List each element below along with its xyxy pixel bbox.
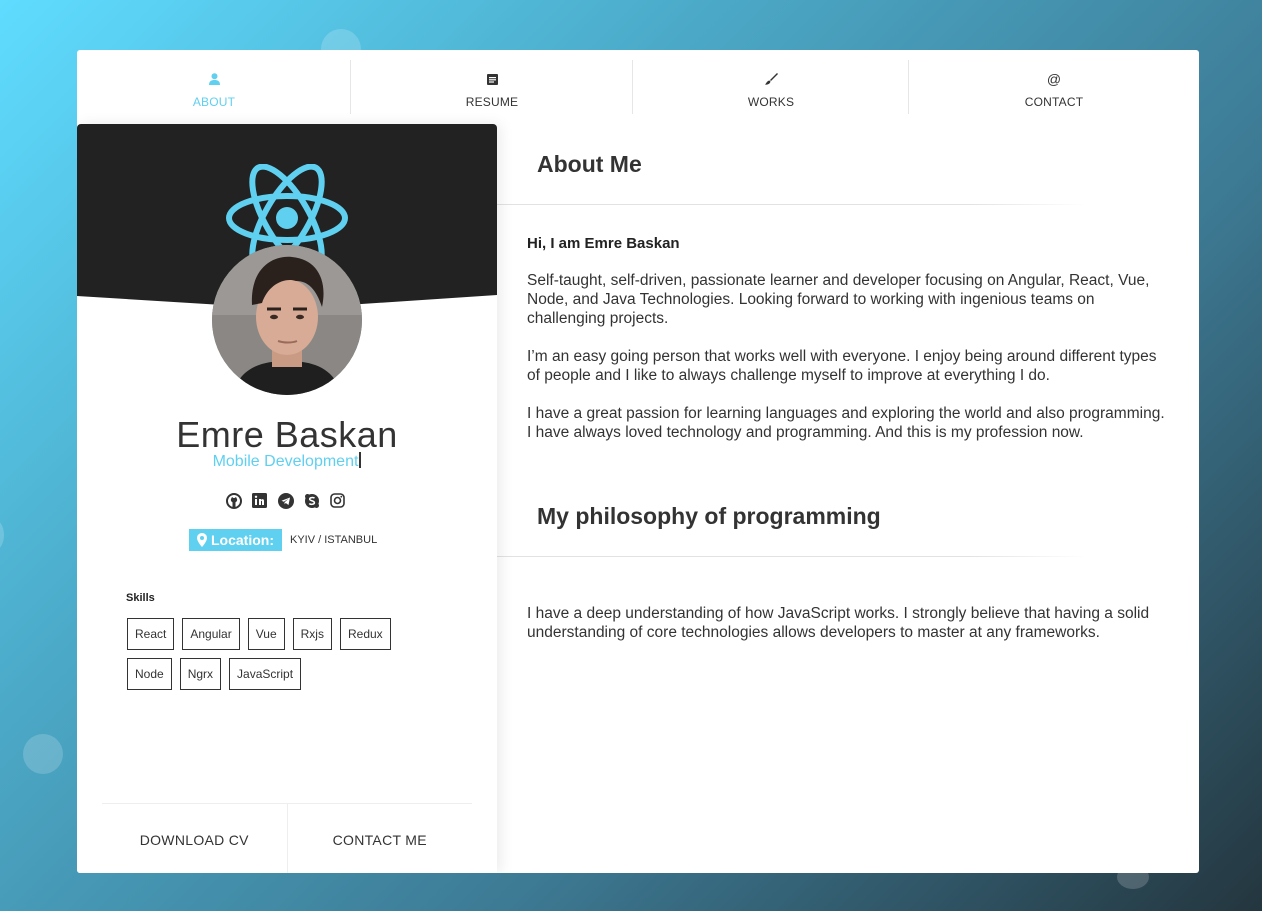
tab-about[interactable]: ABOUT	[77, 50, 351, 124]
tab-works[interactable]: WORKS	[633, 50, 909, 124]
section-divider	[497, 556, 1087, 557]
tab-works-label: WORKS	[747, 95, 795, 109]
telegram-icon[interactable]	[277, 492, 294, 509]
skill-tag: Angular	[182, 618, 240, 650]
section-title-about: About Me	[537, 151, 642, 177]
skype-icon[interactable]	[303, 492, 320, 509]
github-icon[interactable]	[225, 492, 242, 509]
card-actions: DOWNLOAD CV CONTACT ME	[102, 803, 472, 873]
skills-title: Skills	[126, 592, 155, 604]
skill-tag: Ngrx	[179, 658, 222, 690]
download-cv-button[interactable]: DOWNLOAD CV	[102, 804, 287, 873]
about-section: About Me Hi, I am Emre Baskan Self-taugh…	[497, 124, 1199, 873]
about-paragraph: Self-taught, self-driven, passionate lea…	[527, 272, 1150, 327]
location: Location: KYIV / ISTANBUL	[189, 529, 377, 551]
avatar	[212, 245, 362, 395]
tab-resume-label: RESUME	[465, 95, 519, 109]
map-pin-icon	[197, 533, 207, 547]
location-value: KYIV / ISTANBUL	[290, 534, 378, 546]
skill-tag: Rxjs	[292, 618, 332, 650]
top-nav: ABOUT RESUME WORKS @ CONTACT	[77, 50, 1199, 124]
brush-icon	[764, 72, 778, 86]
skill-tag: Vue	[247, 618, 285, 650]
skills-list: React Angular Vue Rxjs Redux Node Ngrx J…	[127, 618, 417, 690]
contact-me-button[interactable]: CONTACT ME	[288, 804, 473, 873]
profile-subtitle: Mobile Development	[77, 452, 497, 471]
tab-about-label: ABOUT	[192, 95, 236, 109]
location-badge: Location:	[189, 529, 282, 551]
at-icon: @	[1046, 71, 1062, 87]
location-label: Location:	[211, 532, 274, 548]
background-bubble	[0, 520, 4, 550]
social-links	[225, 492, 346, 509]
user-icon	[208, 72, 220, 86]
profile-name: Emre Baskan	[176, 414, 398, 455]
tab-contact-label: CONTACT	[1024, 95, 1084, 109]
document-icon	[486, 72, 498, 86]
tab-resume[interactable]: RESUME	[351, 50, 633, 124]
about-paragraph: I’m an easy going person that works well…	[527, 348, 1157, 384]
background-bubble	[23, 734, 63, 774]
skill-tag: JavaScript	[229, 658, 302, 690]
typing-cursor	[359, 452, 362, 468]
instagram-icon[interactable]	[329, 492, 346, 509]
tab-contact[interactable]: @ CONTACT	[909, 50, 1199, 124]
skill-tag: Redux	[339, 618, 391, 650]
linkedin-icon[interactable]	[251, 492, 268, 509]
skill-tag: React	[127, 618, 175, 650]
about-paragraph: I have a great passion for learning lang…	[527, 405, 1165, 441]
profile-card: Emre Baskan Mobile Development Location:…	[77, 124, 497, 873]
section-divider	[497, 204, 1087, 205]
philosophy-paragraph: I have a deep understanding of how JavaS…	[527, 605, 1150, 641]
skill-tag: Node	[127, 658, 172, 690]
page-container: ABOUT RESUME WORKS @ CONTACT Emre Baskan…	[77, 50, 1199, 873]
section-title-philosophy: My philosophy of programming	[537, 503, 881, 529]
profile-subtitle-text: Mobile Development	[212, 453, 359, 470]
greeting: Hi, I am Emre Baskan	[527, 235, 680, 252]
